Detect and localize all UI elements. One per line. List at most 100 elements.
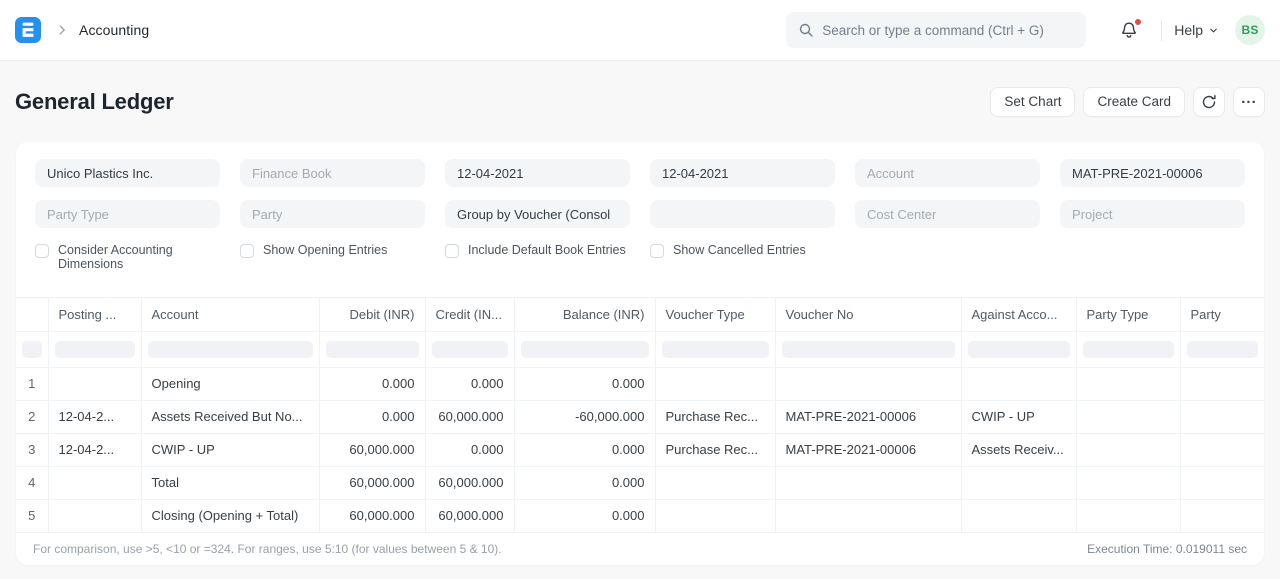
global-search[interactable] xyxy=(786,12,1086,48)
column-filter-input[interactable] xyxy=(432,341,508,358)
table-cell[interactable] xyxy=(1180,499,1264,532)
table-cell[interactable] xyxy=(775,367,961,400)
account-filter[interactable] xyxy=(855,159,1040,187)
checkbox-consider-accounting-dimensions[interactable]: Consider Accounting Dimensions xyxy=(35,244,240,272)
table-cell[interactable]: CWIP - UP xyxy=(961,400,1076,433)
table-cell[interactable]: 60,000.000 xyxy=(319,433,425,466)
table-cell[interactable]: 0.000 xyxy=(514,367,655,400)
column-header-party[interactable]: Party xyxy=(1180,297,1264,331)
table-cell[interactable] xyxy=(655,466,775,499)
table-cell[interactable]: 0.000 xyxy=(425,433,514,466)
column-filter-input[interactable] xyxy=(55,341,135,358)
table-cell[interactable] xyxy=(1180,433,1264,466)
column-filter-input[interactable] xyxy=(521,341,649,358)
finance-book-filter[interactable] xyxy=(240,159,425,187)
table-cell[interactable] xyxy=(655,367,775,400)
table-cell[interactable]: 60,000.000 xyxy=(425,400,514,433)
table-cell[interactable]: 12-04-2... xyxy=(48,433,141,466)
column-filter-input[interactable] xyxy=(1187,341,1259,358)
table-cell[interactable]: CWIP - UP xyxy=(141,433,319,466)
table-cell[interactable]: MAT-PRE-2021-00006 xyxy=(775,400,961,433)
voucher-no-filter[interactable] xyxy=(1060,159,1245,187)
table-cell[interactable] xyxy=(961,367,1076,400)
checkbox-include-default-book-entries[interactable]: Include Default Book Entries xyxy=(445,244,650,272)
table-cell[interactable]: 60,000.000 xyxy=(319,466,425,499)
table-cell[interactable]: Assets Received But No... xyxy=(141,400,319,433)
breadcrumb-link-accounting[interactable]: Accounting xyxy=(79,22,149,38)
company-filter[interactable] xyxy=(35,159,220,187)
table-cell[interactable]: 60,000.000 xyxy=(425,499,514,532)
checkbox-icon xyxy=(35,244,49,258)
table-cell[interactable]: 60,000.000 xyxy=(425,466,514,499)
set-chart-button[interactable]: Set Chart xyxy=(990,87,1075,117)
table-cell[interactable] xyxy=(1076,367,1180,400)
to-date-filter[interactable] xyxy=(650,159,835,187)
table-cell[interactable]: 0.000 xyxy=(319,400,425,433)
user-avatar[interactable]: BS xyxy=(1235,15,1265,45)
table-cell[interactable]: MAT-PRE-2021-00006 xyxy=(775,433,961,466)
table-cell[interactable] xyxy=(1180,367,1264,400)
table-cell[interactable] xyxy=(48,499,141,532)
table-cell[interactable]: 0.000 xyxy=(514,433,655,466)
table-cell[interactable]: 0.000 xyxy=(514,499,655,532)
group-by-filter[interactable] xyxy=(445,200,630,228)
column-filter-input[interactable] xyxy=(782,341,955,358)
table-cell[interactable]: Opening xyxy=(141,367,319,400)
table-cell[interactable]: 0.000 xyxy=(425,367,514,400)
column-header-posting-date[interactable]: Posting ... xyxy=(48,297,141,331)
table-cell[interactable] xyxy=(655,499,775,532)
column-filter-input[interactable] xyxy=(968,341,1070,358)
column-header-voucher-type[interactable]: Voucher Type xyxy=(655,297,775,331)
table-cell[interactable] xyxy=(1180,466,1264,499)
column-filter-input[interactable] xyxy=(326,341,419,358)
table-cell[interactable]: Closing (Opening + Total) xyxy=(141,499,319,532)
table-cell[interactable] xyxy=(48,367,141,400)
notifications-button[interactable] xyxy=(1117,18,1141,42)
help-menu[interactable]: Help xyxy=(1174,22,1219,38)
column-filter-input[interactable] xyxy=(662,341,769,358)
table-cell[interactable] xyxy=(1076,400,1180,433)
cost-center-filter[interactable] xyxy=(855,200,1040,228)
table-cell[interactable]: 12-04-2... xyxy=(48,400,141,433)
column-filter-input[interactable] xyxy=(1083,341,1174,358)
table-cell[interactable]: Purchase Rec... xyxy=(655,433,775,466)
table-cell[interactable] xyxy=(775,499,961,532)
column-header-credit[interactable]: Credit (IN... xyxy=(425,297,514,331)
column-filter-input[interactable] xyxy=(148,341,313,358)
table-cell[interactable] xyxy=(961,466,1076,499)
column-header-voucher-no[interactable]: Voucher No xyxy=(775,297,961,331)
table-cell[interactable]: Purchase Rec... xyxy=(655,400,775,433)
table-cell[interactable]: Assets Receiv... xyxy=(961,433,1076,466)
refresh-button[interactable] xyxy=(1193,87,1225,117)
project-filter[interactable] xyxy=(1060,200,1245,228)
empty-filter[interactable] xyxy=(650,200,835,228)
search-input[interactable] xyxy=(822,23,1074,38)
table-cell[interactable] xyxy=(1076,499,1180,532)
create-card-button[interactable]: Create Card xyxy=(1083,87,1185,117)
table-cell[interactable]: 0.000 xyxy=(319,367,425,400)
column-header-against-account[interactable]: Against Acco... xyxy=(961,297,1076,331)
party-type-filter[interactable] xyxy=(35,200,220,228)
table-cell[interactable] xyxy=(1180,400,1264,433)
table-cell[interactable]: Total xyxy=(141,466,319,499)
table-cell[interactable] xyxy=(1076,466,1180,499)
from-date-filter[interactable] xyxy=(445,159,630,187)
column-header-account[interactable]: Account xyxy=(141,297,319,331)
checkbox-show-opening-entries[interactable]: Show Opening Entries xyxy=(240,244,445,272)
table-cell[interactable]: 0.000 xyxy=(514,466,655,499)
table-cell[interactable] xyxy=(48,466,141,499)
column-filter-input[interactable] xyxy=(22,341,42,358)
table-cell[interactable]: 60,000.000 xyxy=(319,499,425,532)
menu-button[interactable]: ... xyxy=(1233,87,1265,117)
checkbox-show-cancelled-entries[interactable]: Show Cancelled Entries xyxy=(650,244,855,272)
party-filter[interactable] xyxy=(240,200,425,228)
table-cell[interactable]: -60,000.000 xyxy=(514,400,655,433)
table-cell[interactable] xyxy=(961,499,1076,532)
checkbox-label: Show Opening Entries xyxy=(263,244,387,258)
table-cell[interactable] xyxy=(775,466,961,499)
app-logo[interactable] xyxy=(15,17,41,43)
column-header-party-type[interactable]: Party Type xyxy=(1076,297,1180,331)
column-header-debit[interactable]: Debit (INR) xyxy=(319,297,425,331)
column-header-balance[interactable]: Balance (INR) xyxy=(514,297,655,331)
table-cell[interactable] xyxy=(1076,433,1180,466)
